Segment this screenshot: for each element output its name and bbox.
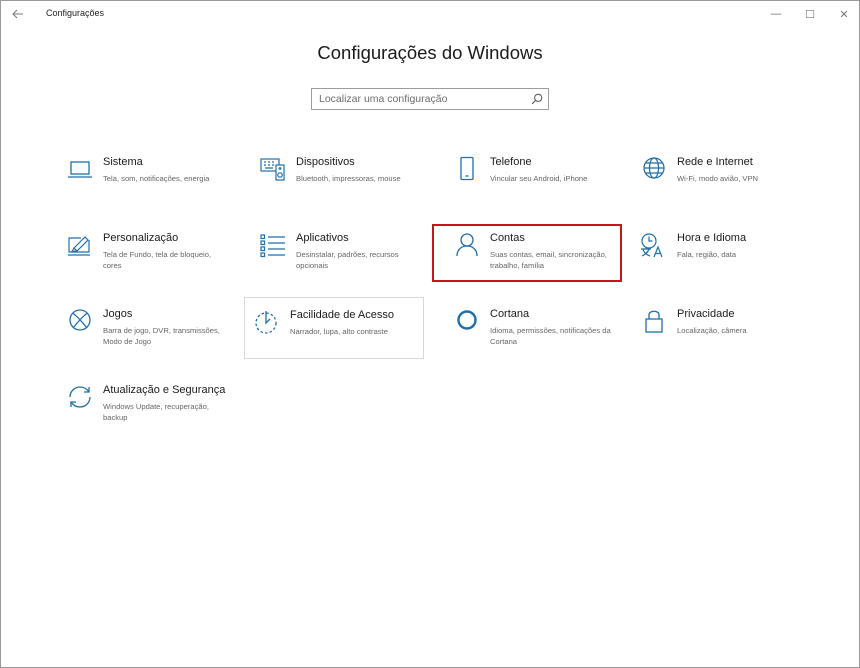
phone-icon — [452, 156, 482, 186]
tile-name: Sistema — [103, 156, 143, 168]
tile-description: Fala, região, data — [677, 250, 737, 259]
minimize-button[interactable]: — — [759, 1, 793, 27]
tile-name: Personalização — [103, 232, 179, 244]
tile-sistema[interactable]: Sistema Tela, som, notificações, energia — [51, 156, 227, 218]
paint-monitor-icon — [65, 232, 95, 262]
tile-cortana[interactable]: Cortana Idioma, permissões, notificações… — [438, 308, 614, 370]
app-list-icon — [258, 232, 288, 262]
cortana-circle-icon — [452, 308, 482, 338]
keyboard-speaker-icon — [258, 156, 288, 186]
laptop-icon — [65, 156, 95, 186]
tile-description: Idioma, permissões, notificações da Cort… — [490, 326, 611, 346]
tile-name: Telefone — [490, 156, 532, 168]
ease-of-access-icon — [251, 308, 281, 338]
tile-name: Privacidade — [677, 308, 735, 320]
tile-name: Dispositivos — [296, 156, 355, 168]
tile-personalizacao[interactable]: Personalização Tela de Fundo, tela de bl… — [51, 232, 227, 294]
tile-name: Facilidade de Acesso — [290, 309, 394, 321]
tile-name: Rede e Internet — [677, 156, 753, 168]
tile-rede[interactable]: Rede e Internet Wi-Fi, modo avião, VPN — [625, 156, 801, 218]
tile-hora-idioma[interactable]: Hora e Idioma Fala, região, data — [625, 232, 801, 294]
highlight-annotation-box — [432, 224, 622, 282]
title-bar: Configurações — ☐ ✕ — [1, 1, 859, 27]
app-title: Configurações — [46, 8, 105, 18]
sync-arrows-icon — [65, 384, 95, 414]
tile-telefone[interactable]: Telefone Vincular seu Android, iPhone — [438, 156, 614, 218]
close-button[interactable]: ✕ — [827, 1, 860, 27]
lock-icon — [639, 308, 669, 338]
tile-name: Cortana — [490, 308, 530, 320]
tile-description: Tela, som, notificações, energia — [103, 174, 210, 183]
tile-jogos[interactable]: Jogos Barra de jogo, DVR, transmissões, … — [51, 308, 227, 370]
time-language-icon — [639, 232, 669, 262]
settings-window: Configurações — ☐ ✕ Configurações do Win… — [0, 0, 860, 668]
maximize-button[interactable]: ☐ — [793, 1, 827, 27]
tile-description: Bluetooth, impressoras, mouse — [296, 174, 401, 183]
tile-privacidade[interactable]: Privacidade Localização, câmera — [625, 308, 801, 370]
tile-description: Vincular seu Android, iPhone — [490, 174, 588, 183]
tile-name: Atualização e Segurança — [103, 384, 226, 396]
page-title: Configurações do Windows — [317, 42, 543, 63]
tile-aplicativos[interactable]: Aplicativos Desinstalar, padrões, recurs… — [244, 232, 420, 294]
search-icon[interactable] — [531, 93, 543, 105]
tile-description: Desinstalar, padrões, recursos opcionais — [296, 250, 399, 270]
tile-atualizacao-seguranca[interactable]: Atualização e Segurança Windows Update, … — [51, 384, 227, 446]
tile-name: Hora e Idioma — [677, 232, 747, 244]
tile-description: Narrador, lupa, alto contraste — [290, 327, 388, 336]
tile-description: Tela de Fundo, tela de bloqueio, cores — [103, 250, 212, 270]
tile-description: Barra de jogo, DVR, transmissões, Modo d… — [103, 326, 220, 346]
tile-description: Windows Update, recuperação, backup — [103, 402, 209, 422]
tile-name: Jogos — [103, 308, 133, 320]
tile-facilidade-acesso[interactable]: Facilidade de Acesso Narrador, lupa, alt… — [244, 297, 424, 359]
tile-description: Wi-Fi, modo avião, VPN — [677, 174, 759, 183]
search-input[interactable] — [319, 91, 524, 107]
back-arrow-icon — [12, 9, 23, 19]
back-button[interactable] — [1, 1, 35, 27]
xbox-icon — [65, 308, 95, 338]
tile-dispositivos[interactable]: Dispositivos Bluetooth, impressoras, mou… — [244, 156, 420, 218]
globe-icon — [639, 156, 669, 186]
tile-name: Aplicativos — [296, 232, 349, 244]
tile-description: Localização, câmera — [677, 326, 747, 335]
search-box[interactable] — [311, 88, 549, 110]
